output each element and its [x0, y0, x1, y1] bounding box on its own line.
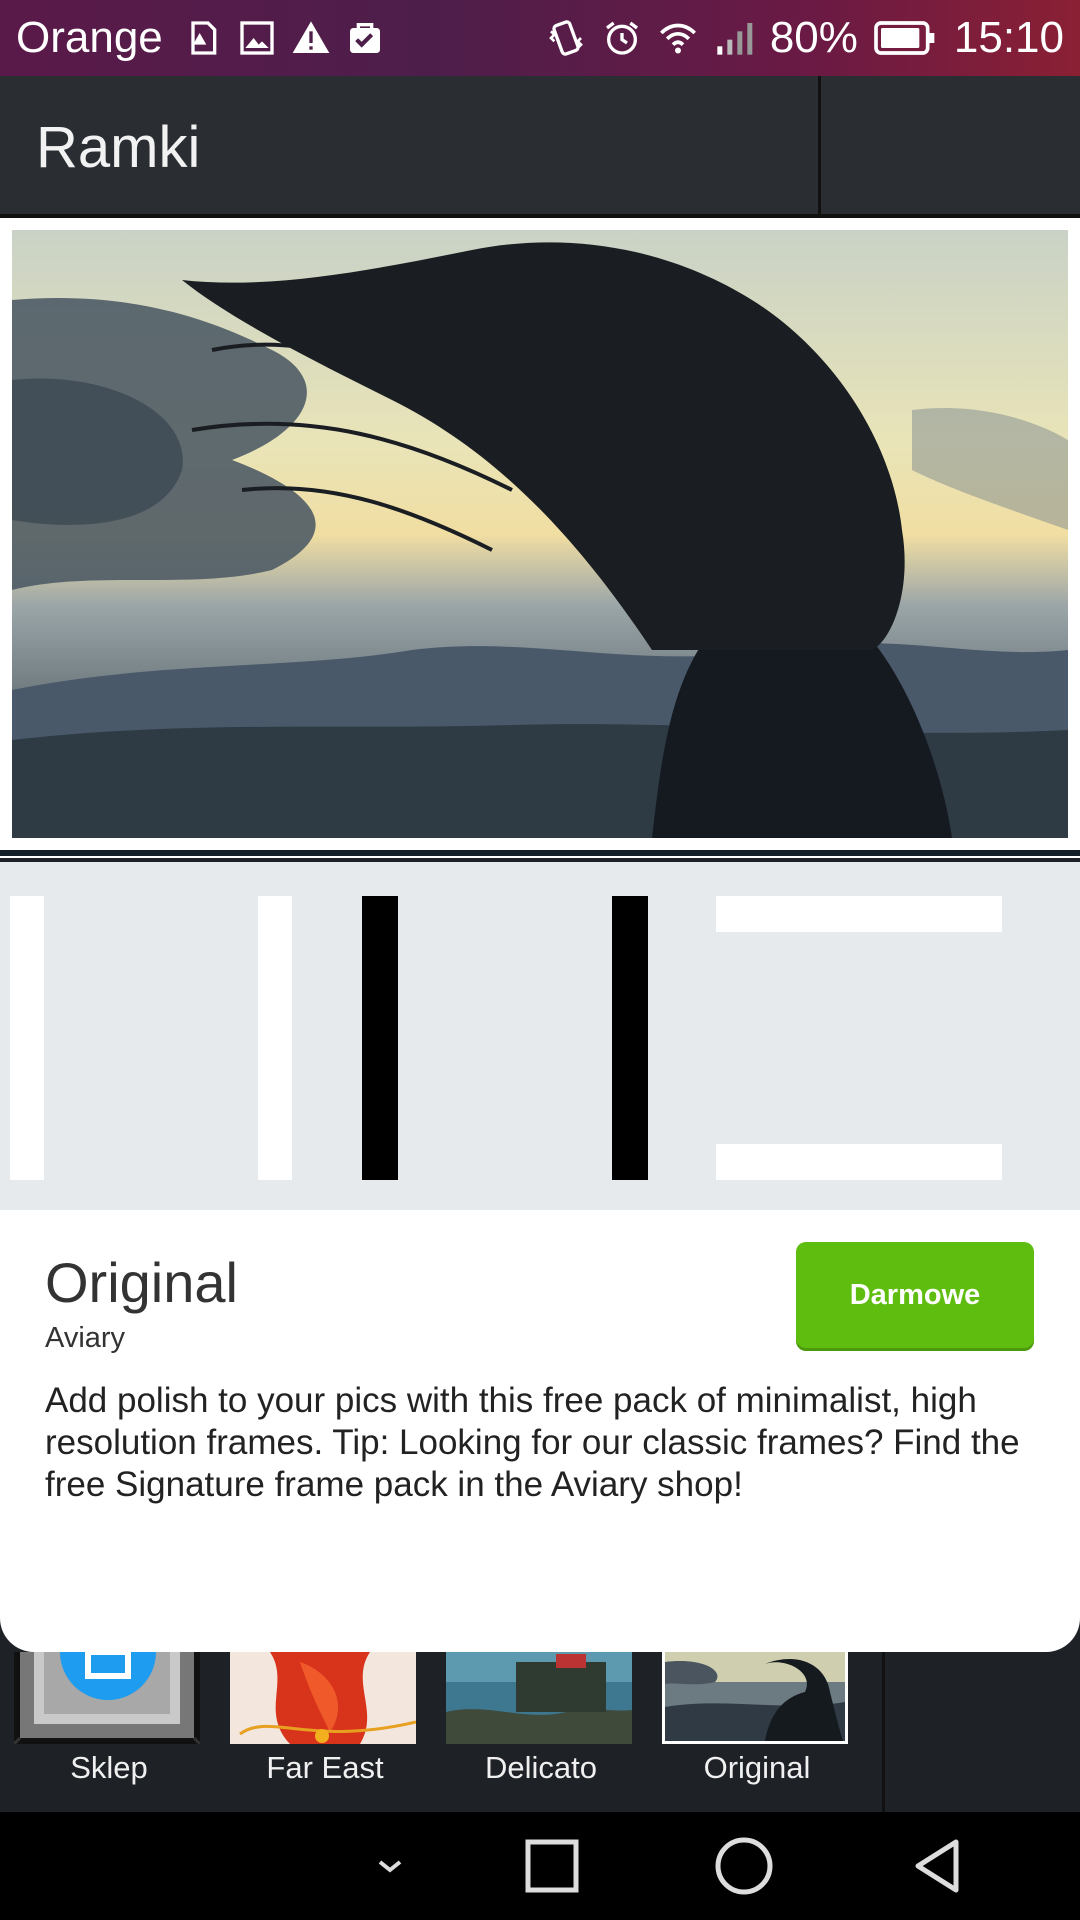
signal-icon	[714, 18, 754, 58]
warning-icon	[291, 18, 331, 58]
home-button[interactable]	[712, 1834, 776, 1898]
tray-item-label: Sklep	[70, 1750, 148, 1785]
hide-keyboard-button[interactable]	[358, 1834, 422, 1898]
tray-item-label: Delicato	[485, 1750, 597, 1785]
pack-author: Aviary	[45, 1322, 126, 1354]
chevron-down-icon	[358, 1834, 422, 1898]
sim-alert-icon	[183, 18, 223, 58]
store-icon	[60, 1649, 156, 1702]
pack-description: Add polish to your pics with this free p…	[45, 1381, 1020, 1504]
preview-area	[0, 218, 1080, 858]
clock: 15:10	[953, 13, 1064, 62]
recent-apps-button[interactable]	[520, 1834, 584, 1898]
header-action-area[interactable]	[821, 76, 1080, 214]
get-free-button[interactable]: Darmowe	[796, 1242, 1034, 1348]
image-icon	[237, 18, 277, 58]
tray-item-label: Original	[703, 1750, 811, 1785]
back-triangle-icon	[906, 1834, 970, 1898]
circle-icon	[712, 1834, 776, 1898]
tray-item-shop[interactable]: Sklep	[14, 1649, 204, 1812]
tray-item-original[interactable]: Original	[662, 1652, 852, 1812]
page-title: Ramki	[36, 115, 201, 180]
tray-item-far-east[interactable]: Far East	[230, 1652, 420, 1812]
frames-preview-strip	[0, 862, 1080, 1210]
wifi-icon	[658, 18, 698, 58]
tray-item-delicato[interactable]: Delicato	[446, 1652, 636, 1812]
status-bar: Orange 80% 15:10	[0, 0, 1080, 76]
vibrate-icon	[546, 18, 586, 58]
carrier-name: Orange	[16, 13, 163, 62]
original-thumbnail	[662, 1652, 848, 1744]
battery-percent: 80%	[769, 13, 858, 62]
battery-icon	[874, 18, 938, 58]
tray-divider	[882, 1652, 885, 1812]
tray-item-label: Far East	[266, 1750, 384, 1785]
pack-title: Original	[45, 1251, 238, 1314]
delicato-thumbnail	[446, 1652, 632, 1744]
frame-pack-tray: Sklep Far East Delicato Original	[0, 1649, 1080, 1812]
preview-photo	[12, 230, 1068, 838]
pack-detail-sheet: Original Aviary Darmowe Add polish to yo…	[0, 862, 1080, 1652]
frame-sample-black-right	[612, 896, 648, 1180]
far-east-thumbnail	[230, 1652, 416, 1744]
back-button[interactable]	[906, 1834, 970, 1898]
frame-sample-white-top	[716, 896, 1002, 932]
status-left: Orange	[16, 13, 385, 63]
square-icon	[520, 1834, 584, 1898]
preview-divider	[0, 850, 1080, 856]
alarm-icon	[602, 18, 642, 58]
frame-sample-white-right	[258, 896, 292, 1180]
app-header: Ramki	[0, 76, 1080, 218]
frame-sample-white-bottom	[716, 1144, 1002, 1180]
status-right: 80% 15:10	[546, 13, 1064, 63]
bag-check-icon	[345, 18, 385, 58]
frame-sample-black-left	[362, 896, 398, 1180]
navigation-bar	[0, 1812, 1080, 1920]
frame-sample-white-left	[10, 896, 44, 1180]
